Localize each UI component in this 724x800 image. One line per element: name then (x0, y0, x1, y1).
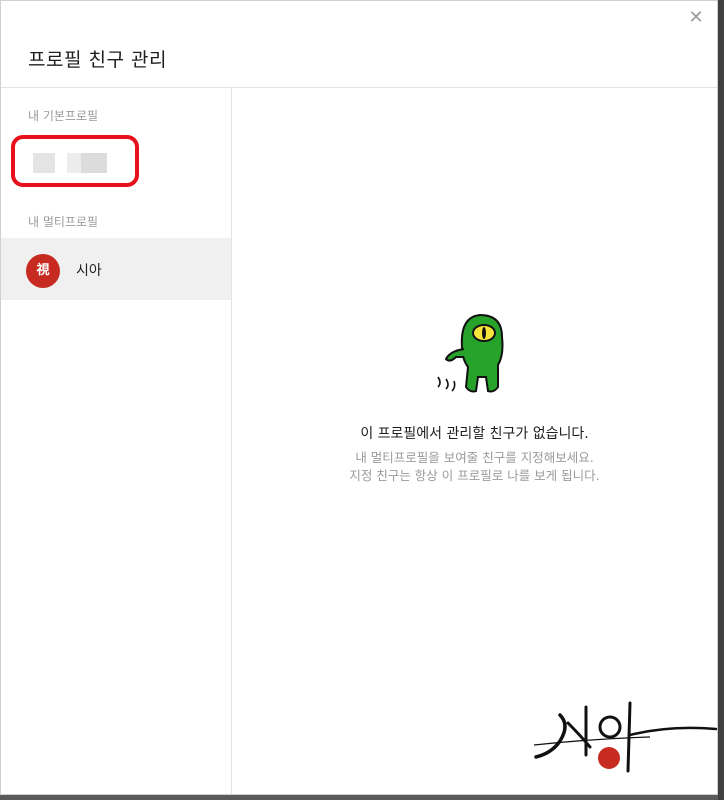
green-character-icon (437, 313, 504, 393)
multi-profile-section-label: 내 멀티프로필 (28, 215, 99, 229)
empty-state-description-line2: 지정 친구는 항상 이 프로필로 나를 보게 됩니다. (349, 468, 600, 483)
basic-profile-section-label: 내 기본프로필 (28, 109, 99, 123)
empty-state-description-line1: 내 멀티프로필을 보여줄 친구를 지정해보세요. (355, 450, 594, 465)
watermark-signature (530, 695, 718, 780)
basic-profile-item[interactable] (11, 135, 139, 187)
blurred-name-extra (81, 153, 107, 173)
background-edge (718, 0, 724, 800)
dialog-header: 프로필 친구 관리 (1, 1, 717, 88)
empty-state-title: 이 프로필에서 관리할 친구가 없습니다. (360, 426, 589, 442)
blurred-name (67, 153, 81, 173)
seal-icon (598, 747, 620, 769)
profile-friends-dialog: ✕ 프로필 친구 관리 내 기본프로필 내 멀티프로필 視 시아 이 프로필에서… (0, 0, 718, 795)
profile-sidebar: 내 기본프로필 내 멀티프로필 視 시아 (1, 87, 232, 794)
blurred-avatar (33, 153, 55, 173)
signature-brush-icon (533, 701, 718, 773)
avatar: 視 (26, 254, 60, 288)
multi-profile-name: 시아 (76, 263, 102, 279)
multi-profile-item[interactable]: 視 시아 (1, 238, 231, 300)
dialog-title: 프로필 친구 관리 (28, 49, 167, 71)
empty-state-description: 내 멀티프로필을 보여줄 친구를 지정해보세요. 지정 친구는 항상 이 프로필… (232, 449, 717, 485)
friends-content-area: 이 프로필에서 관리할 친구가 없습니다. 내 멀티프로필을 보여줄 친구를 지… (232, 87, 717, 794)
